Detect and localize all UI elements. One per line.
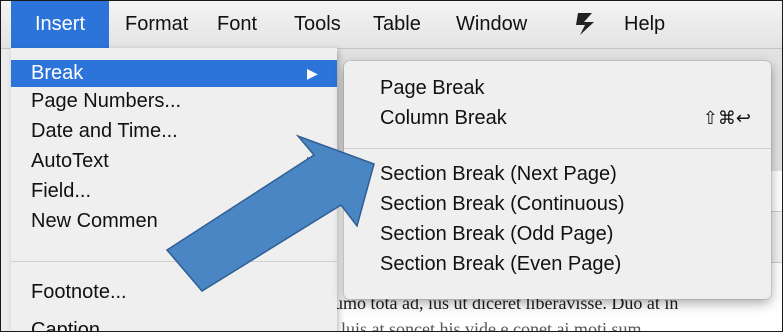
submenu-arrow-icon: ▶ — [307, 153, 318, 169]
menu-window[interactable]: Window — [456, 1, 527, 48]
menu-format[interactable]: Format — [125, 1, 188, 48]
script-menu-icon[interactable] — [574, 1, 596, 48]
menu-separator — [11, 261, 337, 262]
script-icon — [576, 13, 594, 35]
menu-font[interactable]: Font — [217, 1, 257, 48]
menu-item-label: Footnote... — [31, 281, 127, 303]
break-submenu: Page Break Column Break ⇧⌘↩ Section Brea… — [344, 61, 771, 299]
menu-item-section-break-continuous[interactable]: Section Break (Continuous) — [344, 189, 771, 219]
menu-item-date-time[interactable]: Date and Time... — [11, 117, 337, 146]
menu-item-label: Section Break (Even Page) — [380, 253, 622, 275]
menu-tools[interactable]: Tools — [294, 1, 341, 48]
menu-item-page-break[interactable]: Page Break — [344, 73, 771, 103]
menu-item-section-break-even-page[interactable]: Section Break (Even Page) — [344, 249, 771, 279]
menu-item-break[interactable]: Break ▶ — [11, 60, 337, 87]
menu-insert[interactable]: Insert — [11, 1, 109, 48]
document-text-line: luis at soncet his vide e conet ai moti … — [341, 319, 642, 332]
keyboard-shortcut: ⇧⌘↩ — [702, 108, 751, 128]
menu-item-label: Break — [31, 62, 84, 84]
menu-item-label: Page Numbers... — [31, 90, 182, 112]
menu-item-label: Field... — [31, 180, 92, 202]
menu-item-label: Page Break — [380, 77, 485, 99]
menu-help[interactable]: Help — [624, 1, 665, 48]
menu-item-footnote[interactable]: Footnote... — [11, 278, 337, 307]
app-window: umo tota ad, ius ut diceret liberavisse.… — [0, 0, 783, 332]
insert-menu: Break ▶ Page Numbers... Date and Time...… — [11, 48, 337, 332]
menu-item-column-break[interactable]: Column Break ⇧⌘↩ — [344, 103, 771, 133]
menu-item-new-comment[interactable]: New Commen — [11, 207, 337, 236]
menu-item-label: Date and Time... — [31, 120, 178, 142]
menu-item-label: Column Break — [380, 107, 507, 129]
menu-item-label: Caption — [31, 319, 100, 332]
menu-item-label: New Commen — [31, 210, 158, 232]
submenu-arrow-icon: ▶ — [307, 65, 318, 81]
menu-item-label: Section Break (Next Page) — [380, 163, 617, 185]
menu-item-label: Section Break (Odd Page) — [380, 223, 614, 245]
menu-item-caption[interactable]: Caption — [11, 316, 337, 332]
menu-item-field[interactable]: Field... — [11, 177, 337, 206]
menu-item-section-break-odd-page[interactable]: Section Break (Odd Page) — [344, 219, 771, 249]
menu-bar: Insert Format Font Tools Table Window He… — [1, 1, 782, 49]
menu-item-label: AutoText — [31, 150, 109, 172]
menu-item-autotext[interactable]: AutoText ▶ — [11, 147, 337, 176]
menu-separator — [344, 148, 771, 149]
menu-table[interactable]: Table — [373, 1, 421, 48]
menu-item-label: Section Break (Continuous) — [380, 193, 625, 215]
menu-item-page-numbers[interactable]: Page Numbers... — [11, 87, 337, 116]
menu-item-section-break-next-page[interactable]: Section Break (Next Page) — [344, 159, 771, 189]
